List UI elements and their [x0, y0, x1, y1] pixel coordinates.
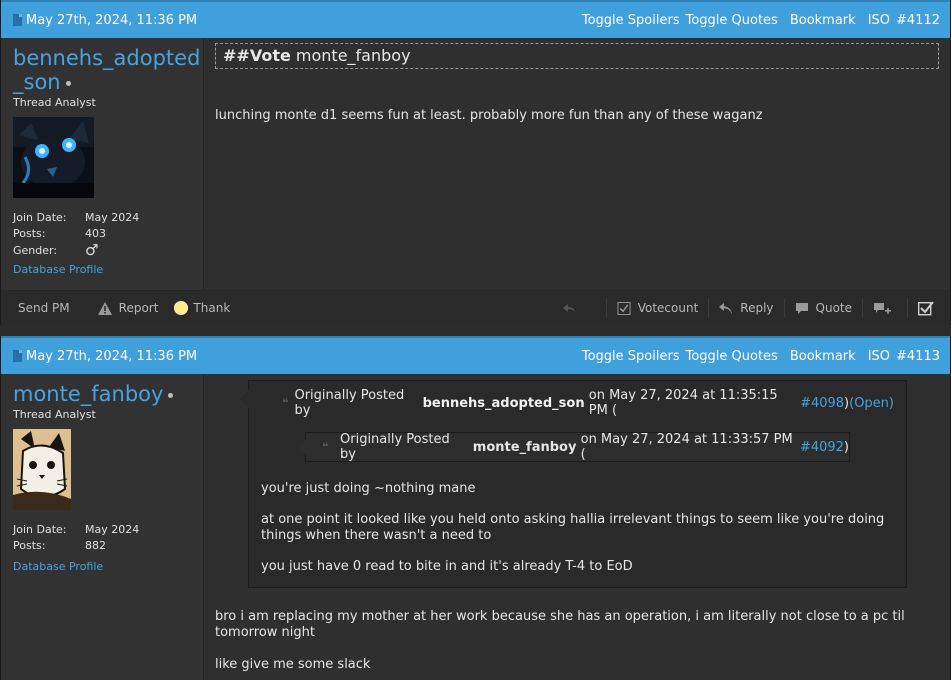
database-profile-link[interactable]: Database Profile — [13, 263, 191, 276]
bookmark-link[interactable]: Bookmark — [790, 349, 856, 364]
post-number-link[interactable]: #4113 — [896, 349, 940, 364]
warning-icon — [97, 301, 112, 315]
nested-quote-author: monte_fanboy — [472, 439, 577, 455]
quote-line: you're just doing ~nothing mane — [261, 481, 476, 496]
quote-ref-link[interactable]: #4098 — [800, 396, 844, 411]
thank-button[interactable]: Thank — [174, 301, 230, 315]
post-count: 882 — [85, 539, 106, 553]
document-icon — [13, 350, 22, 362]
join-date: May 2024 — [85, 522, 140, 536]
toggle-quotes-link[interactable]: Toggle Quotes — [686, 13, 778, 28]
user-title: Thread Analyst — [13, 96, 96, 109]
document-icon — [13, 14, 22, 26]
toggle-spoilers-link[interactable]: Toggle Spoilers — [582, 349, 680, 364]
post-header: May 27th, 2024, 11:36 PM Toggle Spoilers… — [1, 336, 950, 374]
send-pm-button[interactable]: Send PM — [18, 301, 70, 315]
user-sidebar: monte_fanboy Thread Analyst Join Date: Ma… — [1, 374, 204, 680]
quote-block: ❝ Originally Posted by bennehs_adopted_s… — [240, 380, 907, 588]
user-meta: Join Date: May 2024 Posts: 882 — [13, 522, 140, 553]
database-profile-link[interactable]: Database Profile — [13, 560, 191, 573]
report-button[interactable]: Report — [97, 301, 158, 315]
username-link[interactable]: bennehs_adopted _son — [13, 46, 200, 94]
post-content: ❝ Originally Posted by bennehs_adopted_s… — [204, 374, 950, 680]
avatar[interactable] — [13, 117, 94, 198]
post-date: May 27th, 2024, 11:36 PM — [13, 13, 197, 28]
iso-link[interactable]: ISO — [868, 349, 890, 364]
male-gender-icon: ♂ — [85, 241, 99, 260]
reply-button[interactable]: Reply — [719, 301, 774, 315]
post-count: 403 — [85, 227, 106, 241]
toggle-spoilers-link[interactable]: Toggle Spoilers — [582, 13, 680, 28]
online-status-dot — [65, 80, 71, 86]
post-content: ##Vote monte_fanboy lunching monte d1 se… — [204, 38, 950, 290]
nested-quote-ref-link[interactable]: #4092 — [800, 440, 844, 455]
quote-button[interactable]: Quote — [795, 301, 852, 315]
user-sidebar: bennehs_adopted _son Thread Analyst Join… — [1, 38, 204, 290]
select-post-checkbox-icon[interactable] — [918, 300, 934, 316]
join-date: May 2024 — [85, 210, 140, 224]
quote-mark-icon: ❝ — [322, 440, 329, 454]
toggle-quotes-link[interactable]: Toggle Quotes — [686, 349, 778, 364]
avatar[interactable] — [13, 429, 71, 510]
multi-quote-add-icon[interactable] — [873, 302, 891, 315]
reply-all-icon[interactable] — [562, 302, 576, 315]
post-text: like give me some slack — [215, 657, 371, 672]
post-text: bro i am replacing my mother at her work… — [215, 609, 905, 640]
user-title: Thread Analyst — [13, 408, 96, 421]
bookmark-link[interactable]: Bookmark — [790, 13, 856, 28]
reply-icon — [719, 302, 733, 314]
online-status-dot — [168, 392, 174, 398]
iso-link[interactable]: ISO — [868, 13, 890, 28]
vote-box: ##Vote monte_fanboy — [215, 43, 939, 69]
post-date: May 27th, 2024, 11:36 PM — [13, 349, 197, 364]
checkbox-icon — [617, 301, 631, 315]
quote-mark-icon: ❝ — [282, 396, 289, 410]
post-header: May 27th, 2024, 11:36 PM Toggle Spoilers… — [1, 0, 950, 38]
post-footer: Send PM Report Thank Votecount Reply Quo… — [1, 290, 950, 325]
quote-author: bennehs_adopted_son — [422, 395, 585, 411]
quote-header: ❝ Originally Posted by bennehs_adopted_s… — [282, 388, 894, 418]
open-quote-link[interactable]: (Open) — [849, 396, 894, 411]
post-number-link[interactable]: #4112 — [896, 13, 940, 28]
thank-icon — [174, 301, 189, 315]
user-meta: Join Date: May 2024 Posts: 403 Gender: ♂ — [13, 210, 140, 260]
post-4113: May 27th, 2024, 11:36 PM Toggle Spoilers… — [0, 336, 951, 680]
quote-line: at one point it looked like you held ont… — [261, 512, 885, 543]
quote-icon — [795, 302, 808, 314]
votecount-button[interactable]: Votecount — [617, 301, 698, 315]
nested-quote-block: ❝ Originally Posted by monte_fanboy on M… — [298, 432, 850, 462]
vote-target: monte_fanboy — [295, 46, 411, 65]
post-text: lunching monte d1 seems fun at least. pr… — [215, 108, 763, 123]
username-link[interactable]: monte_fanboy — [13, 382, 191, 406]
post-4112: May 27th, 2024, 11:36 PM Toggle Spoilers… — [0, 0, 951, 325]
quote-line: you just have 0 read to bite in and it's… — [261, 559, 633, 574]
